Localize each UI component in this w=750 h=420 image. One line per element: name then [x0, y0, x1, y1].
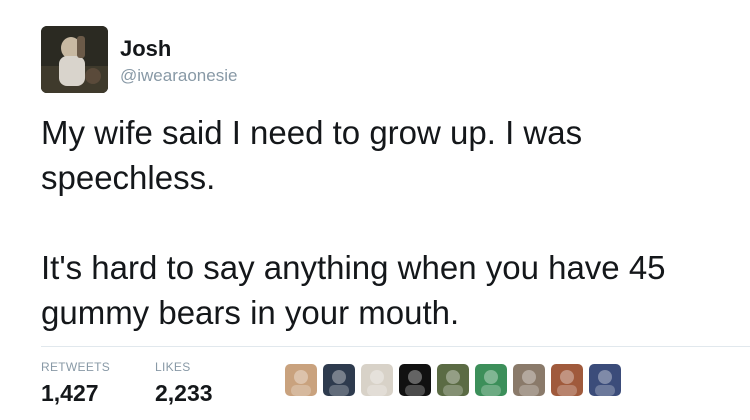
- likes-stat[interactable]: LIKES 2,233: [155, 360, 213, 407]
- liker-avatar[interactable]: [551, 364, 583, 396]
- tweet-paragraph: My wife said I need to grow up. I was sp…: [41, 114, 583, 196]
- user-handle[interactable]: @iwearaonesie: [120, 66, 237, 86]
- likers-avatars: [285, 364, 621, 400]
- retweets-label: RETWEETS: [41, 360, 111, 374]
- liker-avatar[interactable]: [589, 364, 621, 396]
- liker-avatar[interactable]: [513, 364, 545, 396]
- divider: [41, 346, 750, 347]
- avatar[interactable]: [41, 26, 108, 93]
- liker-avatar[interactable]: [361, 364, 393, 396]
- liker-avatar[interactable]: [475, 364, 507, 396]
- retweets-stat[interactable]: RETWEETS 1,427: [41, 360, 110, 407]
- user-name[interactable]: Josh: [120, 36, 171, 62]
- liker-avatar[interactable]: [323, 364, 355, 396]
- liker-avatar[interactable]: [285, 364, 317, 396]
- avatar-image: [41, 26, 108, 93]
- liker-avatar[interactable]: [399, 364, 431, 396]
- retweets-count: 1,427: [41, 380, 99, 406]
- likes-label: LIKES: [155, 360, 191, 374]
- liker-avatar[interactable]: [437, 364, 469, 396]
- tweet-text: My wife said I need to grow up. I was sp…: [41, 110, 731, 335]
- likes-count: 2,233: [155, 380, 213, 406]
- tweet-paragraph: It's hard to say anything when you have …: [41, 249, 666, 331]
